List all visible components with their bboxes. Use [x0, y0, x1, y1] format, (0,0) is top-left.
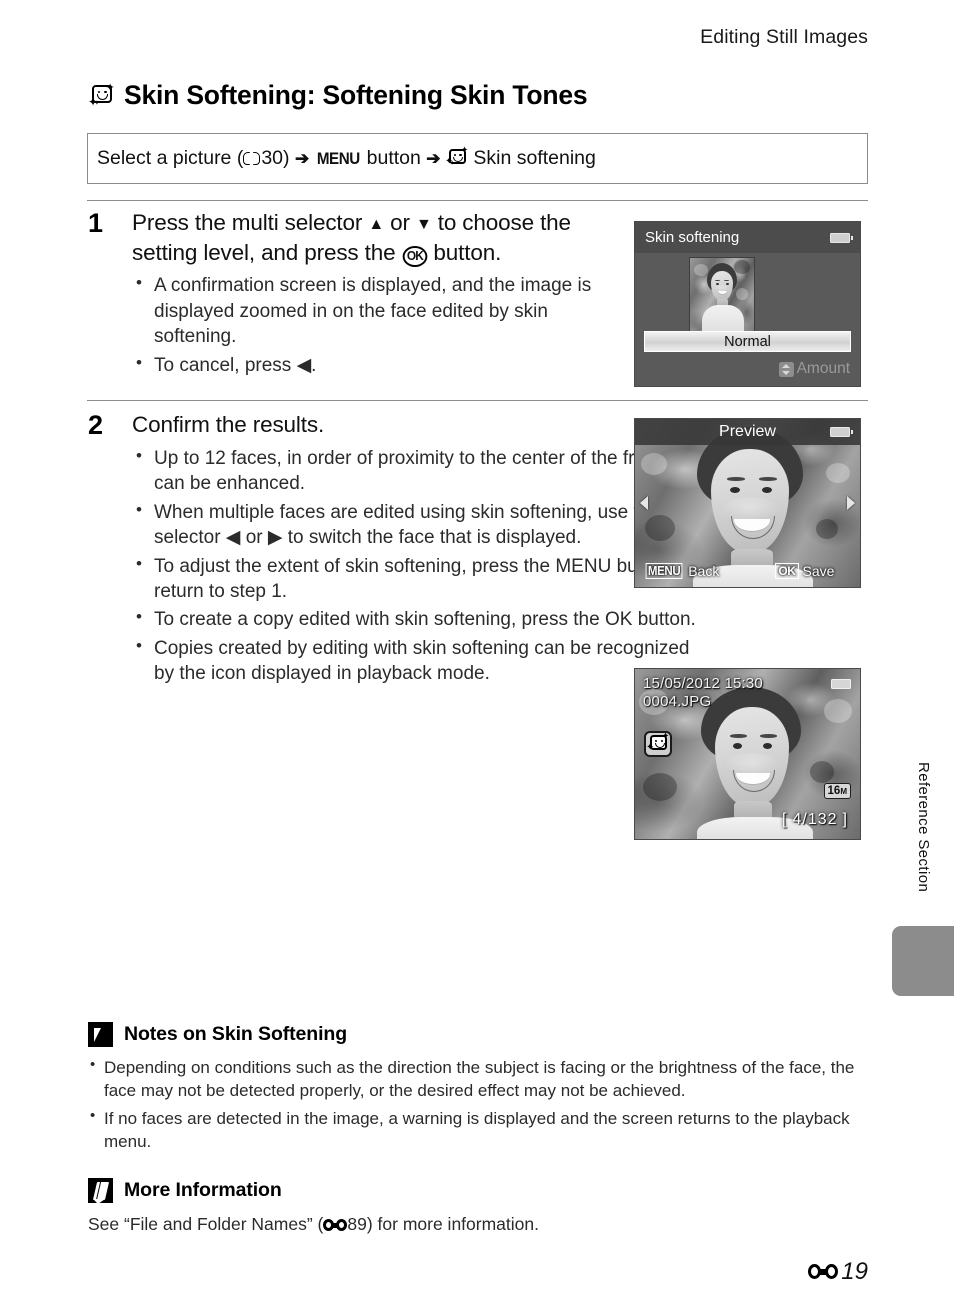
list-item: To adjust the extent of skin softening, … — [132, 553, 708, 605]
skin-softening-badge-icon: ✦ ✦ — [644, 731, 672, 757]
screen1-title: Skin softening — [645, 229, 740, 246]
image-size-value: 16 — [827, 784, 841, 797]
amount-label: Amount — [796, 360, 850, 377]
back-hint[interactable]: MENU Back — [644, 562, 720, 579]
nav-menu-key: MENU — [316, 150, 360, 168]
step-1-headline-part-d: button. — [427, 239, 502, 265]
back-label: Back — [688, 562, 720, 579]
ok-button-icon: OK — [402, 245, 427, 267]
page-number: 19 — [841, 1258, 868, 1285]
list-item: Up to 12 faces, in order of proximity to… — [132, 445, 708, 497]
amount-hint: Amount — [778, 360, 850, 378]
divider-above-step-2 — [87, 400, 868, 401]
side-section-label: Reference Section — [915, 762, 932, 893]
list-item: A confirmation screen is displayed, and … — [132, 272, 618, 349]
frame-counter: [ 4/132 ] — [782, 811, 848, 829]
down-arrow-icon: ▼ — [415, 216, 432, 233]
check-mark-icon — [88, 1022, 113, 1047]
more-text-part-a: See “File and Folder Names” ( — [88, 1214, 324, 1234]
notes-heading-row: Notes on Skin Softening — [88, 1022, 870, 1047]
list-item: If no faces are detected in the image, a… — [88, 1106, 870, 1154]
notes-heading: Notes on Skin Softening — [124, 1023, 348, 1045]
divider-above-step-1 — [87, 200, 868, 201]
step-1-headline-part-b: or — [384, 210, 416, 235]
screen2-hints: MENU Back OK Save — [635, 562, 860, 579]
save-label: Save — [802, 562, 835, 579]
e-reference-icon — [808, 1264, 839, 1280]
bracket-right: ] — [842, 811, 848, 828]
more-heading-row: More Information — [88, 1178, 870, 1203]
manual-page: Editing Still Images ✦ ✦ ✦ Skin Softenin… — [0, 0, 954, 1314]
skin-softening-icon: ✦ ✦ ✦ — [88, 81, 115, 109]
nav-button-text: button — [361, 147, 427, 169]
playback-datetime: 15/05/2012 15:30 — [643, 675, 763, 692]
camera-screen-playback: 15/05/2012 15:30 0004.JPG ✦ ✦ 16M [ 4/13… — [634, 668, 861, 840]
battery-icon — [831, 679, 851, 689]
screen1-body: Normal Amount — [635, 253, 860, 386]
right-arrow-icon[interactable] — [847, 496, 855, 510]
more-ref-number: 89 — [347, 1214, 367, 1234]
screen1-title-bar: Skin softening — [635, 222, 860, 253]
camera-screen-preview: Preview MENU Back OK Save — [634, 418, 861, 588]
step-1-headline-part-a: Press the multi selector — [132, 210, 369, 235]
list-item: Copies created by editing with skin soft… — [132, 635, 708, 687]
nav-skin-softening-icon: ✦ ✦ ✦ — [444, 145, 469, 167]
screen2-title: Preview — [719, 423, 776, 440]
up-arrow-icon: ▲ — [368, 216, 385, 233]
more-heading: More Information — [124, 1179, 282, 1201]
more-text-part-b: ) for more information. — [366, 1214, 539, 1234]
more-information-block: More Information See “File and Folder Na… — [88, 1178, 870, 1237]
battery-icon — [830, 427, 853, 437]
amount-option-selected[interactable]: Normal — [644, 331, 851, 352]
nav-select-text: Select a picture ( — [97, 147, 244, 169]
more-information-text: See “File and Folder Names” ( 89) for mor… — [88, 1212, 870, 1237]
running-header: Editing Still Images — [700, 26, 868, 48]
list-item: When multiple faces are edited using ski… — [132, 499, 708, 551]
step-1: 1 Press the multi selector ▲ or ▼ to cho… — [88, 208, 618, 381]
skin-softening-glyph-icon: ✦ ✦ — [646, 731, 670, 753]
playback-info-stamp: 15/05/2012 15:30 0004.JPG — [643, 675, 763, 710]
step-2-number: 2 — [88, 410, 104, 440]
bracket-left: [ — [782, 811, 788, 828]
step-1-bullets: A confirmation screen is displayed, and … — [132, 272, 618, 378]
up-down-arrows-icon — [778, 361, 794, 377]
list-item: To create a copy edited with skin soften… — [132, 606, 708, 632]
notes-list: Depending on conditions such as the dire… — [88, 1055, 870, 1154]
step-2-bullets: Up to 12 faces, in order of proximity to… — [132, 445, 708, 687]
e-reference-icon — [323, 1219, 348, 1232]
page-title-text: Skin Softening: Softening Skin Tones — [124, 80, 588, 110]
notes-block: Notes on Skin Softening Depending on con… — [88, 1022, 870, 1158]
nav-arrow-2-icon: ➔ — [426, 149, 441, 168]
step-1-headline: Press the multi selector ▲ or ▼ to choos… — [132, 208, 618, 267]
list-item: To cancel, press ◀. — [132, 352, 618, 378]
navigation-path-box: Select a picture ( 30) ➔ MENU button ➔ ✦ … — [87, 133, 868, 184]
nav-page-ref: 30 — [261, 147, 284, 169]
image-size-unit: M — [840, 786, 847, 796]
playback-filename: 0004.JPG — [643, 692, 712, 710]
camera-screen-skin-softening: Skin softening Normal Amount — [634, 221, 861, 387]
battery-icon — [830, 233, 853, 243]
save-hint[interactable]: OK Save — [775, 562, 835, 579]
frame-counter-value: 4/132 — [792, 811, 838, 828]
list-item: Depending on conditions such as the dire… — [88, 1055, 870, 1103]
section-thumb-tab — [892, 926, 954, 996]
screen2-title-bar: Preview — [635, 419, 860, 445]
page-footer: 19 — [808, 1258, 868, 1286]
menu-key-icon: MENU — [645, 562, 683, 579]
nav-arrow-1-icon: ➔ — [294, 149, 310, 168]
left-arrow-icon[interactable] — [640, 496, 648, 510]
step-2-headline: Confirm the results. — [132, 412, 325, 437]
nav-destination-text: Skin softening — [467, 147, 596, 169]
ok-key-icon: OK — [775, 562, 799, 579]
nav-paren-close: ) — [283, 147, 295, 169]
image-size-badge: 16M — [823, 782, 851, 799]
page-title: ✦ ✦ ✦ Skin Softening: Softening Skin Ton… — [88, 80, 588, 111]
book-icon — [243, 152, 261, 166]
step-1-number: 1 — [88, 208, 104, 238]
pencil-icon — [88, 1178, 113, 1203]
step-2: 2 Confirm the results. Up to 12 faces, i… — [88, 410, 708, 690]
